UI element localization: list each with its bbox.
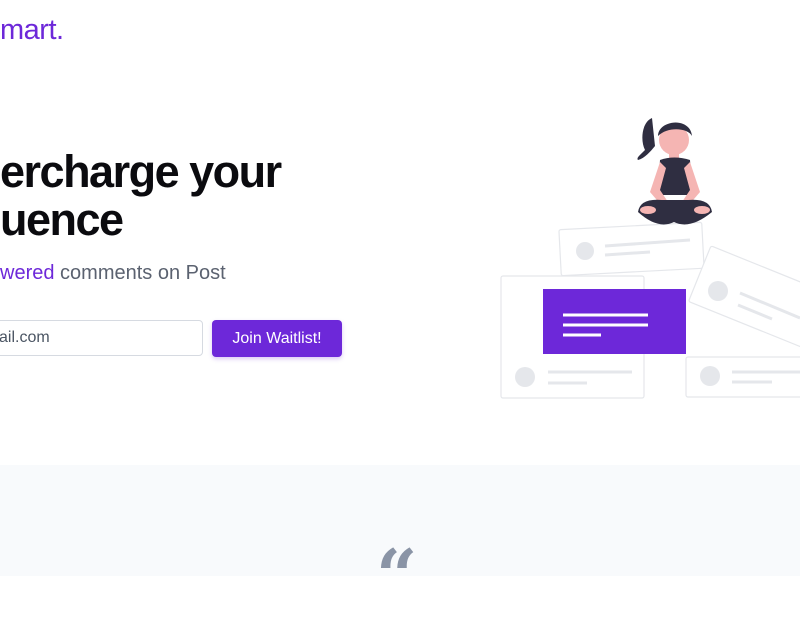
email-input[interactable] — [0, 320, 203, 356]
subheading-text: comments on Post — [54, 262, 226, 284]
quote-mark-icon: “ — [376, 533, 418, 618]
card-top-right — [558, 221, 705, 277]
meditating-person — [637, 118, 712, 225]
highlighted-card — [543, 289, 686, 354]
join-waitlist-button[interactable]: Join Waitlist! — [212, 320, 342, 357]
hero-headline-line-2: uence — [0, 194, 124, 245]
hero-headline: ercharge your uence — [0, 146, 282, 245]
logo[interactable]: mart. — [0, 14, 64, 47]
subheading-accent-text: wered — [0, 262, 55, 284]
hero-subheading: wered comments on Post — [0, 262, 226, 285]
card-bottom-right — [685, 356, 800, 398]
card-right-tilted — [688, 245, 800, 351]
meditating-person-illustration-icon — [500, 118, 800, 399]
hero-headline-line-1: ercharge your — [0, 146, 282, 197]
